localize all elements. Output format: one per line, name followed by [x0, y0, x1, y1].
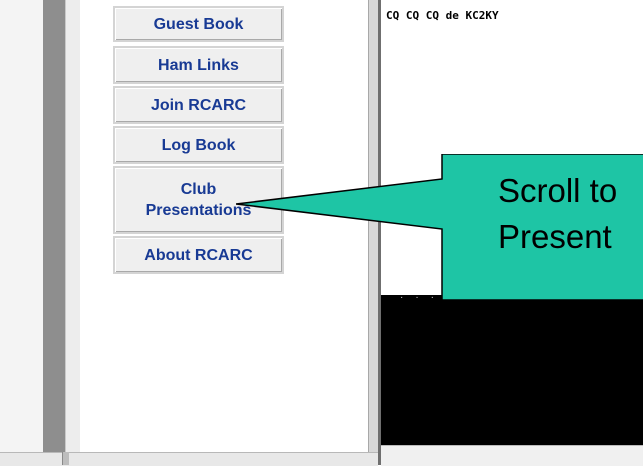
nav-button-label: Join RCARC [150, 96, 247, 114]
cq-message-text: CQ CQ CQ de KC2KY [386, 9, 499, 22]
nav-button-ham-links[interactable]: Ham Links [113, 46, 284, 84]
nav-button-label: Guest Book [153, 15, 244, 33]
nav-button-label: Log Book [161, 136, 236, 154]
black-display-panel [381, 295, 643, 445]
callout-text: Scroll to Present [498, 168, 617, 260]
left-frame-strip [0, 0, 44, 465]
nav-button-label: Ham Links [158, 56, 239, 74]
callout-line2: Present [498, 218, 612, 255]
bottom-scrollbar[interactable] [0, 452, 378, 466]
content-bottom-bar [381, 445, 643, 466]
left-frame-scrollbar[interactable] [65, 0, 81, 465]
nav-button-guest-book[interactable]: Guest Book [113, 6, 284, 42]
callout-line1: Scroll to [498, 172, 618, 209]
scrollbar-grip[interactable] [62, 452, 69, 465]
left-frame-border [43, 0, 65, 465]
nav-button-join-rcarc[interactable]: Join RCARC [113, 86, 284, 124]
